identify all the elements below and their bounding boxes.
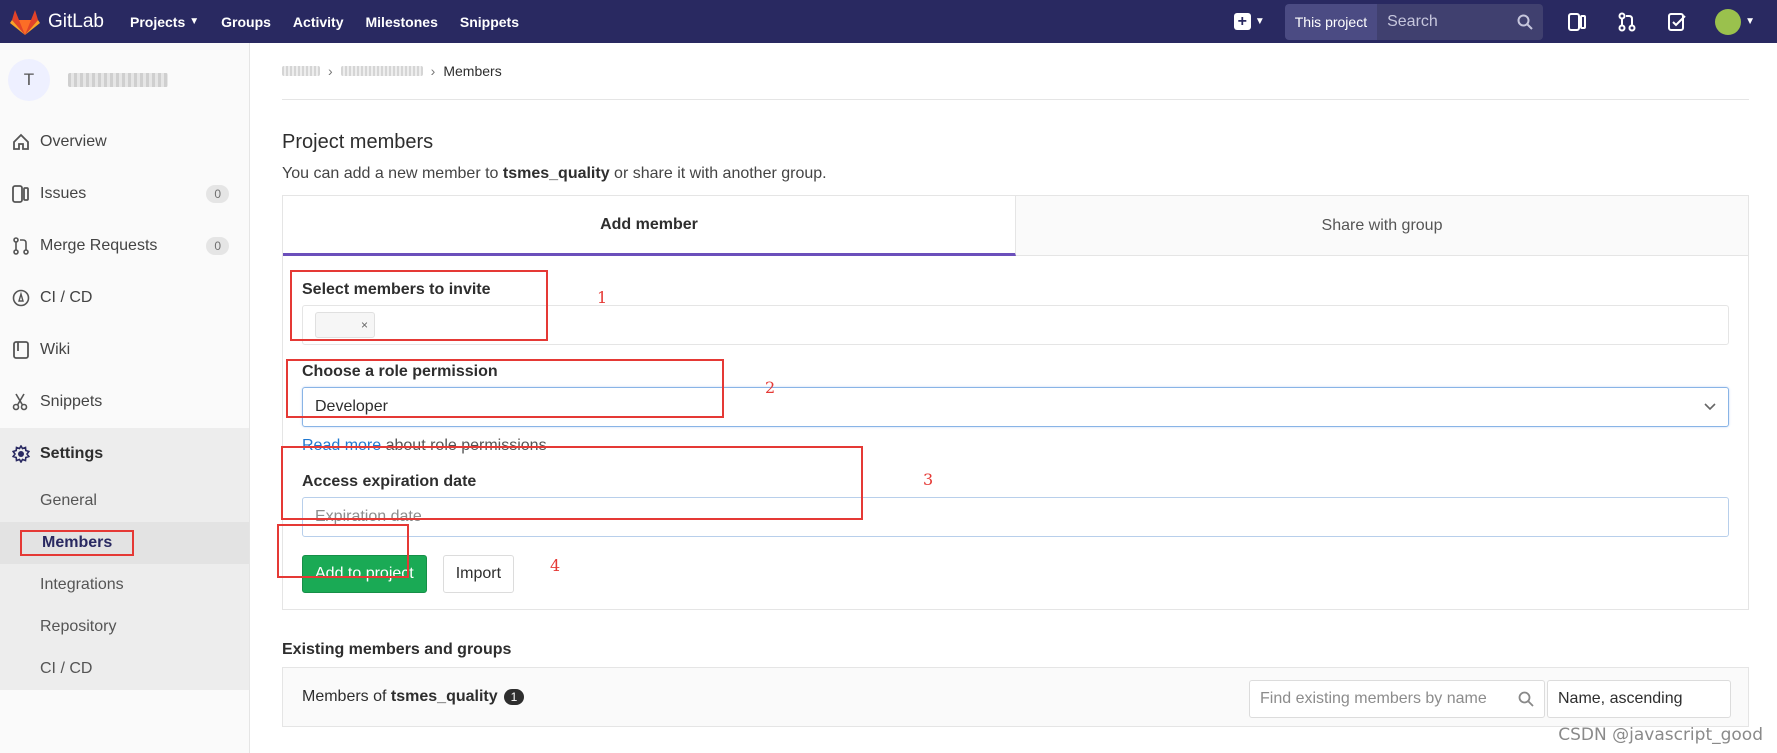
plus-icon: +	[1233, 13, 1251, 30]
annotation-box-4	[277, 524, 409, 578]
merge-requests-nav-button[interactable]	[1615, 10, 1639, 34]
project-avatar: T	[8, 58, 50, 101]
nav-milestones[interactable]: Milestones	[366, 14, 438, 30]
settings-block: Settings General Members Integrations Re…	[0, 428, 249, 690]
gitlab-fox-icon	[10, 9, 40, 35]
main-content: › › Members Project members You can add …	[277, 43, 1749, 727]
annotation-box-3	[281, 446, 863, 520]
rocket-icon	[12, 289, 30, 307]
watermark: CSDN @javascript_good	[1558, 725, 1763, 745]
page-subtitle: You can add a new member to tsmes_qualit…	[282, 165, 827, 182]
home-icon	[13, 133, 29, 150]
existing-members-title: Existing members and groups	[282, 641, 512, 658]
find-members-input[interactable]: Find existing members by name	[1249, 680, 1545, 718]
annotation-box-1	[290, 270, 548, 341]
annotation-number-1: 1	[597, 288, 608, 307]
sidebar-sub-members[interactable]: Members	[0, 522, 249, 564]
members-of-label: Members of tsmes_quality 1	[302, 688, 525, 706]
merge-request-icon	[13, 237, 29, 255]
issues-icon	[12, 185, 29, 203]
user-avatar	[1715, 8, 1742, 35]
gear-icon	[12, 445, 30, 463]
search-icon	[1517, 14, 1533, 30]
nav-projects[interactable]: Projects ▼	[130, 14, 199, 30]
breadcrumb: › › Members	[282, 43, 1749, 100]
sidebar-item-snippets[interactable]: Snippets	[0, 376, 249, 428]
top-navbar: GitLab Projects ▼ Groups Activity Milesto…	[0, 0, 1777, 43]
form-actions: Add to project Import	[302, 555, 1729, 593]
sidebar-sub-repository[interactable]: Repository	[0, 606, 249, 648]
annotation-number-3: 3	[923, 470, 934, 489]
project-sidebar: T Overview Issues 0 Merge Requests 0 CI …	[0, 43, 250, 753]
chevron-down-icon: ▼	[1254, 16, 1265, 27]
breadcrumb-current[interactable]: Members	[443, 63, 501, 79]
search-bar: This project	[1284, 3, 1544, 40]
sidebar-item-issues[interactable]: Issues 0	[0, 168, 249, 220]
sidebar-item-wiki[interactable]: Wiki	[0, 324, 249, 376]
sort-dropdown[interactable]: Name, ascending	[1547, 680, 1731, 718]
sidebar-item-overview[interactable]: Overview	[0, 116, 249, 168]
merge-requests-count-badge: 0	[206, 237, 229, 255]
search-input[interactable]	[1387, 12, 1508, 31]
project-name-redacted	[68, 72, 168, 87]
sidebar-sub-integrations[interactable]: Integrations	[0, 564, 249, 606]
sidebar-item-settings[interactable]: Settings	[0, 428, 249, 480]
nav-snippets[interactable]: Snippets	[460, 14, 519, 30]
chevron-right-icon: ›	[430, 63, 436, 79]
new-dropdown-button[interactable]: + ▼	[1233, 13, 1265, 30]
tab-share-with-group[interactable]: Share with group	[1016, 196, 1748, 256]
page-title: Project members	[282, 131, 434, 153]
annotation-number-2: 2	[765, 378, 776, 397]
member-tabs: Add member Share with group	[283, 196, 1748, 256]
tab-add-member[interactable]: Add member	[283, 196, 1016, 256]
members-list-header: Members of tsmes_quality 1 Find existing …	[282, 667, 1749, 727]
chevron-right-icon: ›	[328, 63, 333, 79]
chevron-down-icon: ▼	[1745, 16, 1755, 27]
nav-groups[interactable]: Groups	[221, 14, 271, 30]
todos-nav-button[interactable]	[1665, 10, 1689, 34]
main-nav: Projects ▼ Groups Activity Milestones Sni…	[130, 14, 541, 30]
nav-activity[interactable]: Activity	[293, 14, 344, 30]
nav-right: + ▼ This project ▼	[1233, 0, 1777, 43]
search-box	[1377, 3, 1544, 40]
merge-request-icon	[1618, 12, 1636, 31]
issues-nav-button[interactable]	[1565, 10, 1589, 34]
search-scope-badge[interactable]: This project	[1284, 3, 1378, 40]
sidebar-sub-general[interactable]: General	[0, 480, 249, 522]
add-member-panel: Add member Share with group Select membe…	[277, 195, 1749, 610]
sidebar-sub-ci-cd[interactable]: CI / CD	[0, 648, 249, 690]
add-member-form: Select members to invite × Choose a role…	[277, 256, 1748, 609]
annotation-number-4: 4	[550, 556, 561, 575]
user-menu[interactable]: ▼	[1715, 8, 1755, 35]
breadcrumb-project-redacted[interactable]	[340, 66, 423, 76]
chevron-down-icon: ▼	[189, 16, 200, 27]
sidebar-item-ci-cd[interactable]: CI / CD	[0, 272, 249, 324]
issues-icon	[1568, 12, 1587, 31]
todo-check-icon	[1668, 12, 1686, 31]
sidebar-project-header[interactable]: T	[0, 43, 249, 116]
issues-count-badge: 0	[206, 185, 229, 203]
members-count-badge: 1	[503, 689, 525, 705]
sidebar-item-merge-requests[interactable]: Merge Requests 0	[0, 220, 249, 272]
search-icon	[1518, 691, 1534, 707]
brand-name: GitLab	[48, 10, 104, 32]
book-icon	[13, 341, 29, 359]
import-button[interactable]: Import	[442, 555, 515, 593]
gitlab-logo[interactable]: GitLab	[10, 8, 104, 36]
scissors-icon	[12, 393, 28, 411]
breadcrumb-group-redacted[interactable]	[282, 66, 320, 76]
annotation-box-2	[286, 359, 724, 418]
chevron-down-icon	[1704, 403, 1716, 411]
